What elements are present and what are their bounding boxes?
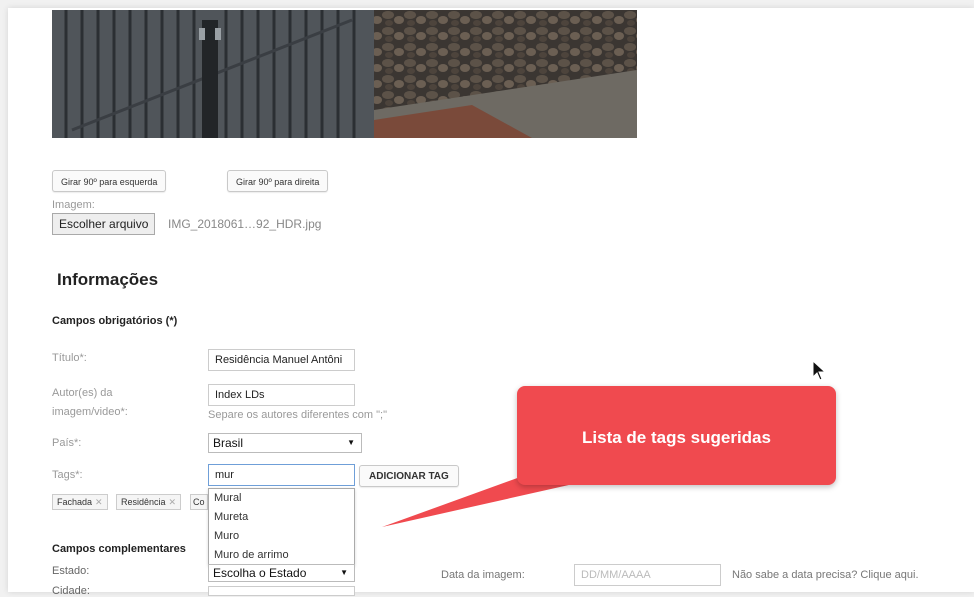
callout-box: Lista de tags sugeridas bbox=[517, 386, 836, 485]
callout-pointer bbox=[382, 468, 600, 527]
callout-text: Lista de tags sugeridas bbox=[582, 428, 771, 447]
mouse-cursor-icon bbox=[812, 359, 828, 387]
